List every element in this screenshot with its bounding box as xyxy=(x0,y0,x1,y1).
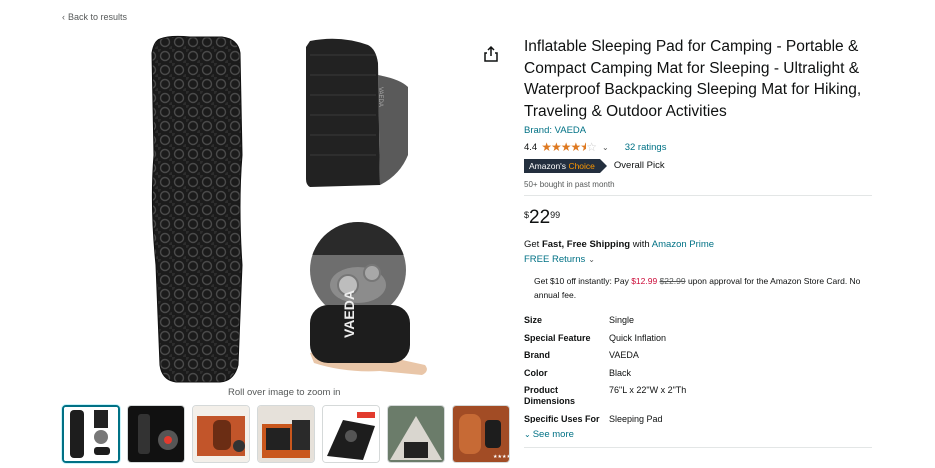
thumbnail-3[interactable] xyxy=(192,405,250,463)
chevron-down-icon: ⌄ xyxy=(524,430,531,439)
product-details: Inflatable Sleeping Pad for Camping - Po… xyxy=(524,36,874,448)
brand-link[interactable]: Brand: VAEDA xyxy=(524,125,874,136)
spec-row: Size Single xyxy=(524,315,635,325)
product-title: Inflatable Sleeping Pad for Camping - Po… xyxy=(524,38,862,120)
rating-row: 4.4 ★★★★★☆ ⌄ 32 ratings xyxy=(524,140,874,154)
ratings-count-link[interactable]: 32 ratings xyxy=(625,142,667,153)
thumbnail-2[interactable] xyxy=(127,405,185,463)
star-rating-icon[interactable]: ★★★★★☆ xyxy=(541,140,597,154)
svg-text:VAEDA: VAEDA xyxy=(341,290,357,338)
spec-table: Size Single Special Feature Quick Inflat… xyxy=(524,315,872,425)
amazons-choice-badge: Amazon's Choice xyxy=(524,158,607,173)
rating-value: 4.4 xyxy=(524,141,538,153)
sleeping-pad-shape xyxy=(151,35,243,383)
spec-row: Special Feature Quick Inflation xyxy=(524,332,667,343)
pad-logo-text: VAEDA xyxy=(377,87,383,107)
overall-pick-label: Overall Pick xyxy=(613,160,665,171)
spec-row: Color Black xyxy=(524,367,632,378)
zoom-hint: Roll over image to zoom in xyxy=(228,387,341,398)
thumbnail-4[interactable] xyxy=(257,405,315,463)
thumbnail-strip: ★★★★★ xyxy=(62,405,510,463)
stuff-sack-shape xyxy=(310,305,410,363)
spec-row: Brand VAEDA xyxy=(524,350,639,360)
store-card-promo[interactable]: Get $10 off instantly: Pay $12.99 $22.99… xyxy=(524,274,874,302)
thumbnail-1[interactable] xyxy=(62,405,120,463)
free-returns-link[interactable]: FREE Returns ⌄ xyxy=(524,254,874,265)
thumbnail-7[interactable]: ★★★★★ xyxy=(452,405,510,463)
back-to-results-link[interactable]: ‹ Back to results xyxy=(62,12,127,22)
folded-pad-shape xyxy=(306,38,380,187)
spec-row: Specific Uses For Product Sleeping Pad xyxy=(524,413,663,424)
see-more-link[interactable]: ⌄ See more xyxy=(524,429,874,440)
thumbnail-5[interactable] xyxy=(322,405,380,463)
price-whole: 22 xyxy=(529,207,551,228)
price: $ 22 99 xyxy=(524,208,874,227)
spec-row: Product Dimensions 76"L x 22"W x 2"Th xyxy=(524,385,687,406)
price-fraction: 99 xyxy=(550,210,561,220)
divider xyxy=(524,195,872,196)
chevron-down-icon[interactable]: ⌄ xyxy=(602,143,609,152)
prime-link[interactable]: Amazon Prime xyxy=(652,239,714,250)
shipping-info: Get Fast, Free Shipping with Amazon Prim… xyxy=(524,239,715,250)
main-product-image[interactable]: VAEDA VAEDA xyxy=(130,35,430,385)
share-icon[interactable] xyxy=(483,45,499,63)
chevron-left-icon: ‹ xyxy=(62,12,65,22)
bought-count: 50+ bought in past month xyxy=(524,180,615,189)
chevron-down-icon: ⌄ xyxy=(588,255,595,264)
svg-text:★★★★★: ★★★★★ xyxy=(493,454,509,460)
amazons-choice-row: Amazon's Choice Overall Pick xyxy=(524,158,874,173)
divider xyxy=(524,447,872,448)
thumbnail-6[interactable] xyxy=(387,405,445,463)
